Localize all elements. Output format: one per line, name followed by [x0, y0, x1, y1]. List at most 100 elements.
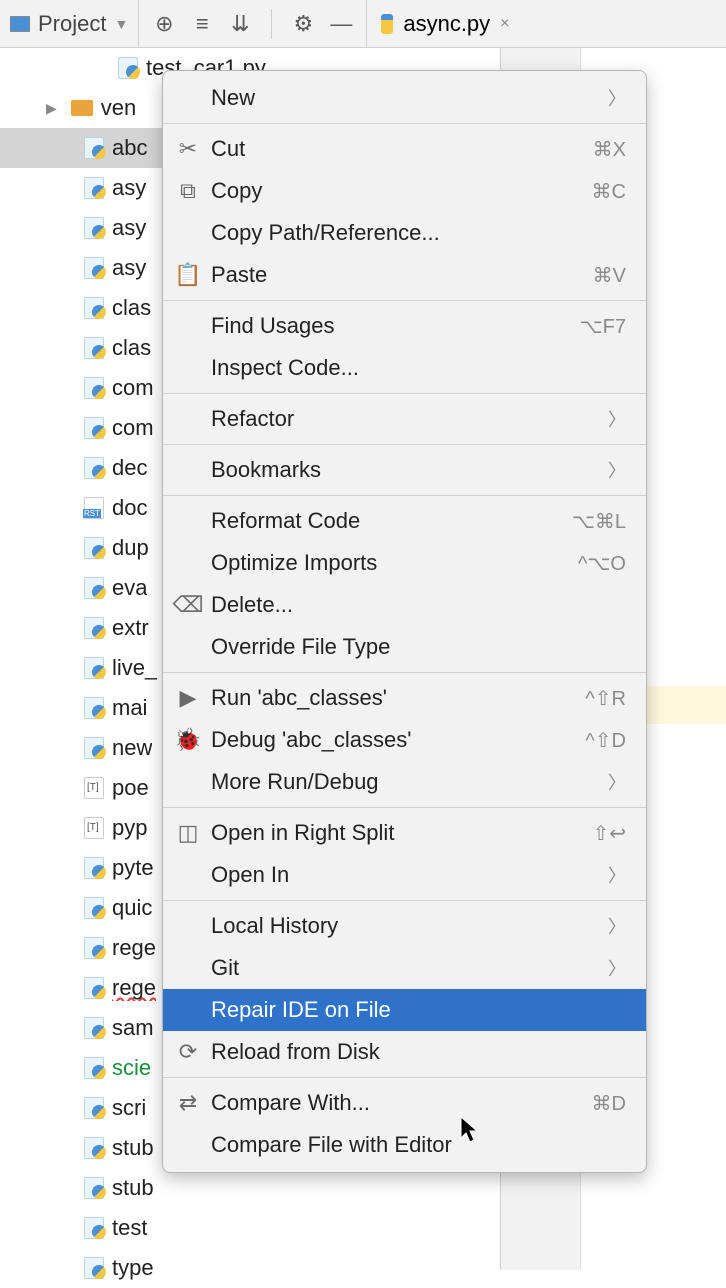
file-name: ven: [101, 95, 136, 121]
close-icon[interactable]: ×: [500, 15, 509, 33]
tree-row[interactable]: test: [0, 1208, 500, 1248]
file-name: doc: [112, 495, 147, 521]
project-label: Project: [38, 11, 106, 37]
menu-label: New: [211, 85, 255, 111]
menu-item[interactable]: Compare File with Editor: [163, 1124, 646, 1166]
file-name: scie: [112, 1055, 151, 1081]
file-name: sam: [112, 1015, 154, 1041]
gear-icon[interactable]: ⚙: [292, 13, 314, 35]
menu-item[interactable]: Copy Path/Reference...: [163, 212, 646, 254]
menu-item[interactable]: Git 〉: [163, 947, 646, 989]
menu-item[interactable]: ✂Cut⌘X: [163, 128, 646, 170]
file-name: extr: [112, 615, 149, 641]
file-name: stub: [112, 1135, 154, 1161]
menu-item[interactable]: Refactor〉: [163, 398, 646, 440]
submenu-arrow-icon: 〉: [608, 862, 626, 888]
menu-item[interactable]: ⟳Reload from Disk: [163, 1031, 646, 1073]
menu-separator: [163, 672, 646, 673]
menu-separator: [163, 900, 646, 901]
file-name: eva: [112, 575, 147, 601]
menu-item[interactable]: 🐞Debug 'abc_classes'^⇧D: [163, 719, 646, 761]
menu-item[interactable]: ⌫Delete...: [163, 584, 646, 626]
menu-item[interactable]: Inspect Code...: [163, 347, 646, 389]
target-icon[interactable]: ⊕: [153, 13, 175, 35]
file-name: dup: [112, 535, 149, 561]
python-file-icon: [84, 1217, 104, 1239]
reload-icon: ⟳: [177, 1041, 199, 1063]
menu-item[interactable]: ◫Open in Right Split⇧↩: [163, 812, 646, 854]
python-file-icon: [84, 617, 104, 639]
shortcut: ⌥⌘L: [572, 509, 626, 534]
shortcut: ^⇧D: [585, 728, 626, 753]
file-name: asy: [112, 215, 146, 241]
menu-label: Repair IDE on File: [211, 997, 391, 1023]
python-file-icon: [84, 537, 104, 559]
project-selector[interactable]: Project ▼: [0, 0, 139, 47]
tree-row[interactable]: stub: [0, 1168, 500, 1208]
python-file-icon: [84, 657, 104, 679]
submenu-arrow-icon: 〉: [608, 457, 626, 483]
debug-icon: 🐞: [177, 729, 199, 751]
python-file-icon: [84, 697, 104, 719]
menu-label: Open in Right Split: [211, 820, 394, 846]
divider: [271, 9, 272, 39]
python-file-icon: [84, 1097, 104, 1119]
menu-item[interactable]: Open In〉: [163, 854, 646, 896]
file-name: test: [112, 1215, 147, 1241]
minimize-icon[interactable]: —: [330, 13, 352, 35]
chevron-down-icon: ▼: [114, 16, 128, 32]
file-name: pyp: [112, 815, 147, 841]
run-icon: ▶: [177, 687, 199, 709]
toml-file-icon: [84, 817, 104, 839]
menu-item[interactable]: ▶Run 'abc_classes'^⇧R: [163, 677, 646, 719]
menu-item[interactable]: ⧉Copy⌘C: [163, 170, 646, 212]
file-name: quic: [112, 895, 152, 921]
menu-item[interactable]: Local History〉: [163, 905, 646, 947]
menu-item[interactable]: Optimize Imports ^⌥O: [163, 542, 646, 584]
file-name: com: [112, 415, 154, 441]
context-menu[interactable]: New〉✂Cut⌘X⧉Copy⌘CCopy Path/Reference...📋…: [162, 70, 647, 1173]
menu-item[interactable]: Find Usages⌥F7: [163, 305, 646, 347]
collapse-all-icon[interactable]: ⇊: [229, 13, 251, 35]
python-file-icon: [84, 137, 104, 159]
file-name: new: [112, 735, 152, 761]
menu-label: Copy: [211, 178, 262, 204]
python-file-icon: [84, 457, 104, 479]
menu-item[interactable]: Override File Type: [163, 626, 646, 668]
file-name: pyte: [112, 855, 154, 881]
python-file-icon: [84, 857, 104, 879]
file-name: type: [112, 1255, 154, 1281]
menu-item[interactable]: Repair IDE on File: [163, 989, 646, 1031]
python-file-icon: [84, 257, 104, 279]
shortcut: ^⌥O: [578, 551, 626, 576]
menu-label: Delete...: [211, 592, 293, 618]
menu-label: Git: [211, 955, 239, 981]
menu-item[interactable]: 📋Paste⌘V: [163, 254, 646, 296]
copy-icon: ⧉: [177, 180, 199, 202]
menu-item[interactable]: New〉: [163, 77, 646, 119]
python-file-icon: [84, 897, 104, 919]
menu-label: Optimize Imports: [211, 550, 377, 576]
menu-item[interactable]: More Run/Debug〉: [163, 761, 646, 803]
rst-file-icon: [84, 497, 104, 519]
menu-label: More Run/Debug: [211, 769, 379, 795]
python-file-icon: [84, 1057, 104, 1079]
editor-tab[interactable]: async.py ×: [366, 0, 519, 47]
menu-item[interactable]: Reformat Code⌥⌘L: [163, 500, 646, 542]
submenu-arrow-icon: 〉: [608, 955, 626, 981]
menu-item[interactable]: Bookmarks〉: [163, 449, 646, 491]
toolbar: Project ▼ ⊕ ≡ ⇊ ⚙ — async.py ×: [0, 0, 726, 48]
chevron-right-icon[interactable]: ▶: [46, 100, 57, 117]
tree-row[interactable]: type: [0, 1248, 500, 1288]
project-icon: [10, 16, 30, 32]
expand-all-icon[interactable]: ≡: [191, 13, 213, 35]
folder-icon: [71, 100, 93, 116]
menu-separator: [163, 300, 646, 301]
file-name: asy: [112, 175, 146, 201]
submenu-arrow-icon: 〉: [608, 406, 626, 432]
shortcut: ⌥F7: [580, 314, 626, 339]
python-file-icon: [84, 577, 104, 599]
menu-item[interactable]: ⇄Compare With...⌘D: [163, 1082, 646, 1124]
python-file-icon: [118, 57, 138, 79]
python-file-icon: [84, 177, 104, 199]
